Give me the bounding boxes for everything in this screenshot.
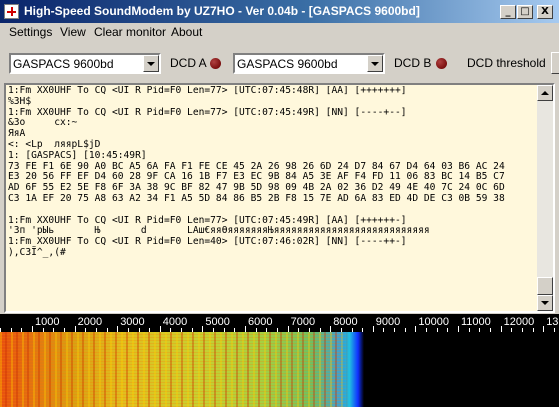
monitor-line (8, 205, 538, 216)
dcd-threshold-control[interactable] (551, 52, 559, 74)
ruler-label: 4000 (162, 316, 188, 328)
ruler-label: 7000 (290, 316, 316, 328)
dcd-b-label: DCD B (394, 56, 432, 70)
ruler-label: 12000 (503, 316, 535, 328)
ruler-label: 5000 (205, 316, 230, 328)
menu-bar: Settings View Clear monitor About (0, 23, 559, 42)
modem-b-select[interactable]: GASPACS 9600bd (233, 53, 385, 74)
app-icon[interactable] (4, 4, 19, 19)
ruler-label: 11000 (461, 316, 491, 328)
monitor-line: 1:Fm XX0UHF To CQ <UI R Pid=F0 Len=77> [… (8, 106, 407, 118)
monitor-line: &3о cх:~ (8, 117, 78, 129)
menu-settings[interactable]: Settings (9, 25, 52, 39)
monitor-line: %3Н$ (8, 95, 32, 107)
ruler-label: 8000 (333, 316, 358, 328)
modem-a-dropdown-icon[interactable] (143, 55, 159, 72)
ruler-label: 10000 (418, 316, 449, 328)
monitor-scrollbar[interactable] (537, 85, 553, 311)
monitor-line: 1: [GASPACS] [10:45:49R] (8, 149, 147, 161)
dcd-a-label: DCD A (170, 56, 207, 70)
monitor-line: 1:Fm XX0UHF To CQ <UI R Pid=F0 Len=77> [… (8, 86, 407, 96)
dcd-a-indicator-icon (210, 58, 221, 69)
ruler-label: 13 (546, 316, 559, 328)
modem-b-value: GASPACS 9600bd (237, 57, 338, 71)
ruler-label: 2000 (77, 316, 103, 328)
waterfall-band-edge (340, 332, 364, 407)
ruler-label: 1000 (35, 316, 60, 328)
menu-clear-monitor[interactable]: Clear monitor (94, 25, 166, 39)
title-bar[interactable]: High-Speed SoundModem by UZ7HO - Ver 0.0… (0, 0, 559, 23)
dcd-threshold-label: DCD threshold (467, 56, 546, 70)
maximize-button[interactable]: □ (517, 5, 533, 19)
ruler-label: 9000 (375, 316, 401, 328)
scrollbar-thumb[interactable] (537, 277, 553, 295)
monitor-line: 1:Fm XX0UHF To CQ <UI R Pid=F0 Len=40> [… (8, 236, 407, 248)
waterfall-display[interactable] (0, 332, 559, 407)
scroll-down-icon[interactable] (537, 295, 553, 311)
menu-view[interactable]: View (60, 25, 86, 39)
window-title: High-Speed SoundModem by UZ7HO - Ver 0.0… (24, 4, 420, 18)
modem-toolbar: GASPACS 9600bd DCD A GASPACS 9600bd DCD … (0, 44, 559, 82)
close-button[interactable]: X (537, 5, 553, 19)
ruler-label: 3000 (120, 316, 145, 328)
waterfall-signal-band (0, 332, 362, 407)
modem-a-select[interactable]: GASPACS 9600bd (9, 53, 161, 74)
monitor-line: C3 1A EF 20 75 A8 63 A2 34 F1 A5 5D 84 8… (8, 192, 505, 204)
monitor-line: ),С3Ї^_,(# (8, 246, 66, 258)
monitor-panel[interactable]: 1:Fm XX0UHF To CQ <UI R Pid=F0 Len=77> [… (4, 83, 555, 313)
menu-about[interactable]: About (171, 25, 202, 39)
frequency-ruler: 1000 2000 3000 4000 5000 6000 7000 8000 9000 1000… (0, 314, 559, 332)
dcd-b-indicator-icon (436, 58, 447, 69)
scroll-up-icon[interactable] (537, 85, 553, 101)
ruler-label: 6000 (248, 316, 273, 328)
modem-a-value: GASPACS 9600bd (13, 57, 114, 71)
monitor-log[interactable]: 1:Fm XX0UHF To CQ <UI R Pid=F0 Len=77> [… (8, 86, 538, 310)
minimize-button[interactable]: _ (500, 5, 516, 19)
modem-b-dropdown-icon[interactable] (367, 55, 383, 72)
